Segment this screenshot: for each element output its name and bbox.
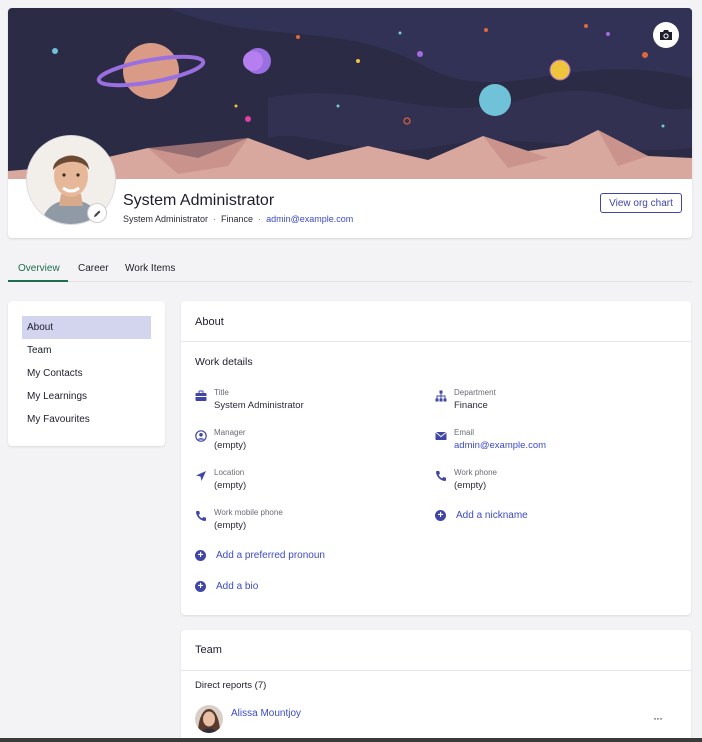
phone-icon [436,471,446,481]
org-hierarchy-icon [435,390,447,402]
profile-meta: System Administrator · Finance · admin@examp… [123,214,353,224]
sidebar-item-my-favourites[interactable]: My Favourites [22,408,151,431]
field-work-phone-value: (empty) [454,480,487,491]
plus-circle-icon: + [435,510,446,521]
camera-icon [660,30,672,40]
field-manager-value: (empty) [214,440,247,451]
view-org-chart-button[interactable]: View org chart [600,193,682,213]
more-options-button[interactable]: ··· [653,712,663,724]
divider [181,341,691,342]
field-work-mobile-value: (empty) [214,520,247,531]
add-bio-button[interactable]: + Add a bio [195,581,258,592]
add-nickname-label: Add a nickname [456,510,528,521]
member-photo [195,705,223,733]
location-arrow-icon [196,471,206,481]
tab-overview[interactable]: Overview [18,263,60,274]
field-manager-label: Manager [214,428,246,437]
sidebar-item-my-contacts[interactable]: My Contacts [22,362,151,385]
add-bio-label: Add a bio [216,581,259,592]
meta-separator: · [213,214,217,224]
field-email-link[interactable]: admin@example.com [454,440,546,451]
field-title-value: System Administrator [214,400,304,411]
field-location-label: Location [214,468,245,477]
member-name-link[interactable]: Alissa Mountjoy [231,708,301,719]
profile-header-card: System Administrator System Administrato… [8,8,692,238]
bottom-edge-bar [0,738,702,742]
profile-name: System Administrator [123,192,275,209]
field-work-phone-label: Work phone [454,468,497,477]
tab-work-items[interactable]: Work Items [125,263,175,274]
field-email-label: Email [454,428,475,437]
sidebar-nav: About Team My Contacts My Learnings My F… [8,301,165,446]
team-card: Team Direct reports (7) Alissa Mountjoy … [181,630,691,742]
envelope-icon [435,432,447,440]
tab-career[interactable]: Career [78,263,109,274]
about-title: About [195,316,224,328]
divider [181,670,691,671]
profile-tabs: Overview Career Work Items [8,260,692,282]
sidebar-item-my-learnings[interactable]: My Learnings [22,385,151,408]
direct-reports-title: Direct reports (7) [195,680,267,691]
phone-icon [196,511,206,521]
field-title-label: Title [214,388,229,397]
field-location-value: (empty) [214,480,247,491]
about-card: About Work details Title System Administ… [181,301,691,615]
field-work-mobile-label: Work mobile phone [214,508,283,517]
active-tab-indicator [8,280,68,282]
meta-separator: · [258,214,262,224]
sidebar-item-team[interactable]: Team [22,339,151,362]
briefcase-icon [195,390,207,401]
work-details-title: Work details [195,356,253,368]
change-banner-button[interactable] [653,22,679,48]
profile-banner [8,8,692,179]
profile-meta-email-link[interactable]: admin@example.com [266,214,353,224]
sidebar-item-about[interactable]: About [22,316,151,339]
edit-avatar-button[interactable] [88,204,106,222]
add-pronoun-button[interactable]: + Add a preferred pronoun [195,550,325,561]
user-circle-icon [195,430,207,442]
profile-meta-department: Finance [221,214,254,224]
profile-meta-title: System Administrator [123,214,209,224]
field-department-value: Finance [454,400,488,411]
member-avatar[interactable] [195,705,223,733]
add-nickname-button[interactable]: + Add a nickname [435,510,528,521]
team-title: Team [195,644,222,656]
add-pronoun-label: Add a preferred pronoun [216,550,325,561]
plus-circle-icon: + [195,550,206,561]
plus-circle-icon: + [195,581,206,592]
pencil-icon [93,210,100,217]
field-department-label: Department [454,388,496,397]
